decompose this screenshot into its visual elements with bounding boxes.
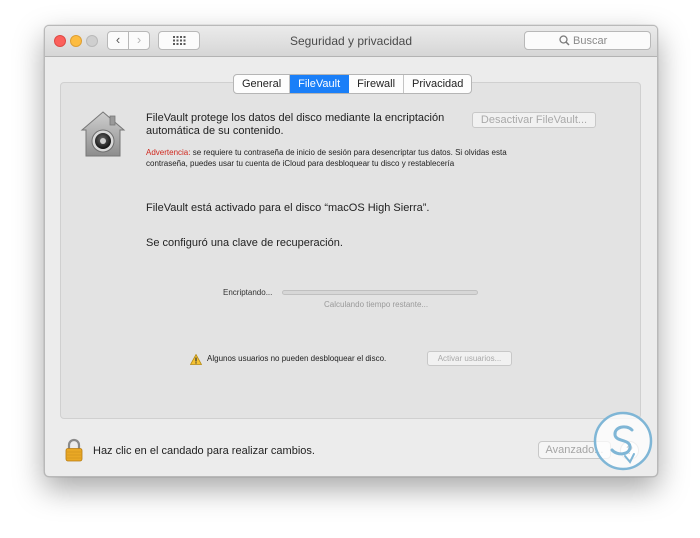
filevault-enabled-status: FileVault está activado para el disco “m… [146,202,430,214]
encrypting-label: Encriptando... [223,288,273,297]
users-warning-text: Algunos usuarios no pueden desbloquear e… [207,354,387,363]
tab-bar: General FileVault Firewall Privacidad [233,74,473,94]
time-remaining-text: Calculando tiempo restante... [324,300,429,309]
lock-instruction: Haz clic en el candado para realizar cam… [93,445,315,457]
intro-line-1: FileVault protege los datos del disco me… [146,112,445,124]
tab-firewall[interactable]: Firewall [349,75,405,93]
watermark-logo [593,411,653,471]
warning-triangle-icon [190,354,202,365]
tab-privacidad[interactable]: Privacidad [404,75,471,93]
tab-filevault[interactable]: FileVault [290,75,350,93]
lock-icon[interactable] [64,438,84,462]
intro-line-2: automática de su contenido. [146,125,284,137]
warning-label: Advertencia: [146,148,191,157]
filevault-description: FileVault protege los datos del disco me… [146,112,456,138]
search-placeholder: Buscar [573,35,608,47]
recovery-key-status: Se configuró una clave de recuperación. [146,237,343,249]
preferences-window: ‹ › Seguridad y privacidad Buscar Genera… [44,25,658,477]
warning-message: Advertencia: se requiere tu contraseña d… [146,147,586,169]
warning-text-1: se requiere tu contraseña de inicio de s… [190,148,507,157]
encryption-progress-bar [282,290,478,295]
filevault-house-icon [80,111,126,157]
search-icon [559,35,570,46]
search-input[interactable]: Buscar [524,31,651,50]
deactivate-filevault-button[interactable]: Desactivar FileVault... [472,112,596,128]
title-bar: ‹ › Seguridad y privacidad Buscar [45,26,657,57]
tab-general[interactable]: General [234,75,291,93]
warning-text-2: contraseña, puedes usar tu cuenta de iCl… [146,159,455,168]
activate-users-button[interactable]: Activar usuarios... [427,351,512,366]
